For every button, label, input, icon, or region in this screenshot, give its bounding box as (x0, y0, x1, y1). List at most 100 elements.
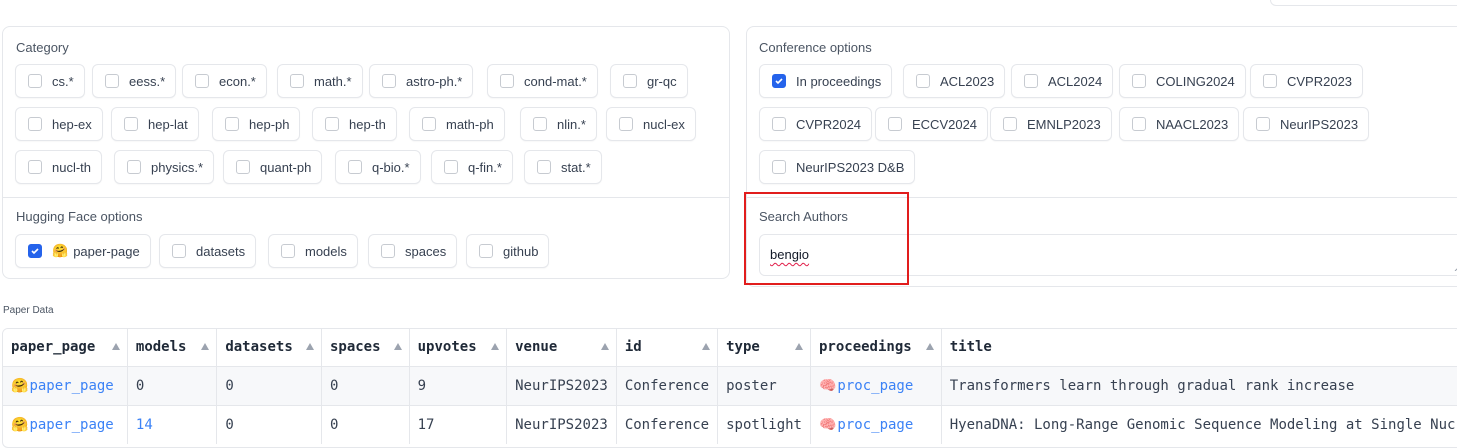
checkbox[interactable] (1263, 74, 1277, 88)
column-header[interactable]: proceedings (810, 329, 942, 366)
checkbox[interactable] (888, 117, 902, 131)
paper-page-cell[interactable]: 🤗paper_page (3, 404, 128, 444)
conference-chip[interactable]: CVPR2023 (1250, 64, 1364, 98)
checkbox[interactable] (533, 117, 547, 131)
category-chip[interactable]: q-bio.* (335, 150, 421, 184)
checkbox[interactable] (105, 74, 119, 88)
conference-chip[interactable]: NeurIPS2023 (1243, 107, 1370, 141)
checkbox[interactable] (537, 160, 551, 174)
column-header[interactable]: type (717, 329, 811, 366)
checkbox[interactable] (772, 160, 786, 174)
proc-page-link[interactable]: proc_page (837, 417, 913, 433)
checkbox[interactable] (290, 74, 304, 88)
conference-chip[interactable]: In proceedings (759, 64, 893, 98)
category-chip[interactable]: hep-ex (15, 107, 103, 141)
conference-chip[interactable]: CVPR2024 (759, 107, 873, 141)
proc-page-link[interactable]: proc_page (837, 378, 913, 394)
sort-arrow-icon[interactable] (305, 343, 314, 350)
sort-arrow-icon[interactable] (393, 343, 402, 350)
hf-option-chip[interactable]: github (466, 234, 550, 268)
checkbox[interactable] (479, 244, 493, 258)
conference-chip[interactable]: ACL2024 (1011, 64, 1114, 98)
hf-option-chip[interactable]: datasets (159, 234, 257, 268)
category-chip[interactable]: physics.* (114, 150, 215, 184)
category-chip[interactable]: gr-qc (610, 64, 688, 98)
column-header[interactable]: paper_page (3, 329, 128, 366)
checkbox[interactable] (172, 244, 186, 258)
conference-chip[interactable]: NeurIPS2023 D&B (759, 150, 916, 184)
proceedings-cell[interactable]: 🧠proc_page (810, 404, 942, 444)
conference-chip[interactable]: EMNLP2023 (990, 107, 1112, 141)
checkbox[interactable] (381, 244, 395, 258)
category-chip[interactable]: nlin.* (520, 107, 597, 141)
checkbox-checked[interactable] (772, 74, 786, 88)
category-chip[interactable]: math-ph (409, 107, 505, 141)
sort-arrow-icon[interactable] (925, 343, 934, 350)
checkbox[interactable] (236, 160, 250, 174)
checkbox[interactable] (195, 74, 209, 88)
checkbox[interactable] (444, 160, 458, 174)
sort-arrow-icon[interactable] (111, 343, 120, 350)
checkbox[interactable] (28, 117, 42, 131)
search-authors-input[interactable]: bengio (759, 234, 1457, 276)
checkbox[interactable] (500, 74, 514, 88)
checkbox[interactable] (325, 117, 339, 131)
category-chip[interactable]: math.* (277, 64, 363, 98)
category-chip[interactable]: hep-lat (111, 107, 199, 141)
column-header[interactable]: spaces (321, 329, 410, 366)
category-chip[interactable]: econ.* (182, 64, 267, 98)
category-chip[interactable]: cs.* (15, 64, 85, 98)
checkbox[interactable] (916, 74, 930, 88)
checkbox[interactable] (127, 160, 141, 174)
column-header[interactable]: title (941, 329, 1457, 366)
category-chip[interactable]: q-fin.* (431, 150, 513, 184)
models-link[interactable]: 14 (136, 417, 153, 433)
sort-arrow-icon[interactable] (794, 343, 803, 350)
conference-chip[interactable]: NAACL2023 (1119, 107, 1240, 141)
checkbox[interactable] (1256, 117, 1270, 131)
category-chip[interactable]: nucl-ex (606, 107, 696, 141)
paper-page-link[interactable]: paper_page (29, 417, 113, 433)
checkbox[interactable] (623, 74, 637, 88)
checkbox[interactable] (1132, 117, 1146, 131)
column-header[interactable]: upvotes (409, 329, 508, 366)
models-cell[interactable]: 14 (127, 404, 218, 444)
column-header[interactable]: datasets (216, 329, 322, 366)
checkbox[interactable] (1132, 74, 1146, 88)
category-chip[interactable]: stat.* (524, 150, 602, 184)
checkbox[interactable] (422, 117, 436, 131)
sort-arrow-icon[interactable] (201, 343, 210, 350)
checkbox[interactable] (382, 74, 396, 88)
category-chip[interactable]: quant-ph (223, 150, 323, 184)
conference-chip[interactable]: COLING2024 (1119, 64, 1246, 98)
checkbox[interactable] (124, 117, 138, 131)
hf-option-chip[interactable]: 🤗 paper-page (15, 234, 151, 268)
conference-chip[interactable]: ACL2023 (903, 64, 1006, 98)
column-header[interactable]: models (127, 329, 218, 366)
checkbox[interactable] (225, 117, 239, 131)
checkbox[interactable] (28, 74, 42, 88)
sort-arrow-icon[interactable] (491, 343, 500, 350)
hf-option-chip[interactable]: spaces (368, 234, 458, 268)
category-chip[interactable]: cond-mat.* (487, 64, 598, 98)
paper-page-link[interactable]: paper_page (29, 378, 113, 394)
column-header[interactable]: venue (506, 329, 617, 366)
sort-arrow-icon[interactable] (600, 343, 609, 350)
checkbox[interactable] (1003, 117, 1017, 131)
conference-chip[interactable]: ECCV2024 (875, 107, 989, 141)
category-chip[interactable]: hep-ph (212, 107, 301, 141)
checkbox[interactable] (772, 117, 786, 131)
proceedings-cell[interactable]: 🧠proc_page (810, 365, 942, 405)
category-chip[interactable]: hep-th (312, 107, 397, 141)
category-chip[interactable]: astro-ph.* (369, 64, 474, 98)
checkbox[interactable] (28, 160, 42, 174)
category-chip[interactable]: eess.* (92, 64, 177, 98)
checkbox[interactable] (348, 160, 362, 174)
column-header[interactable]: id (616, 329, 719, 366)
hf-option-chip[interactable]: models (268, 234, 358, 268)
checkbox[interactable] (281, 244, 295, 258)
sort-arrow-icon[interactable] (702, 343, 711, 350)
checkbox-checked[interactable] (28, 244, 42, 258)
category-chip[interactable]: nucl-th (15, 150, 103, 184)
paper-page-cell[interactable]: 🤗paper_page (3, 365, 128, 405)
